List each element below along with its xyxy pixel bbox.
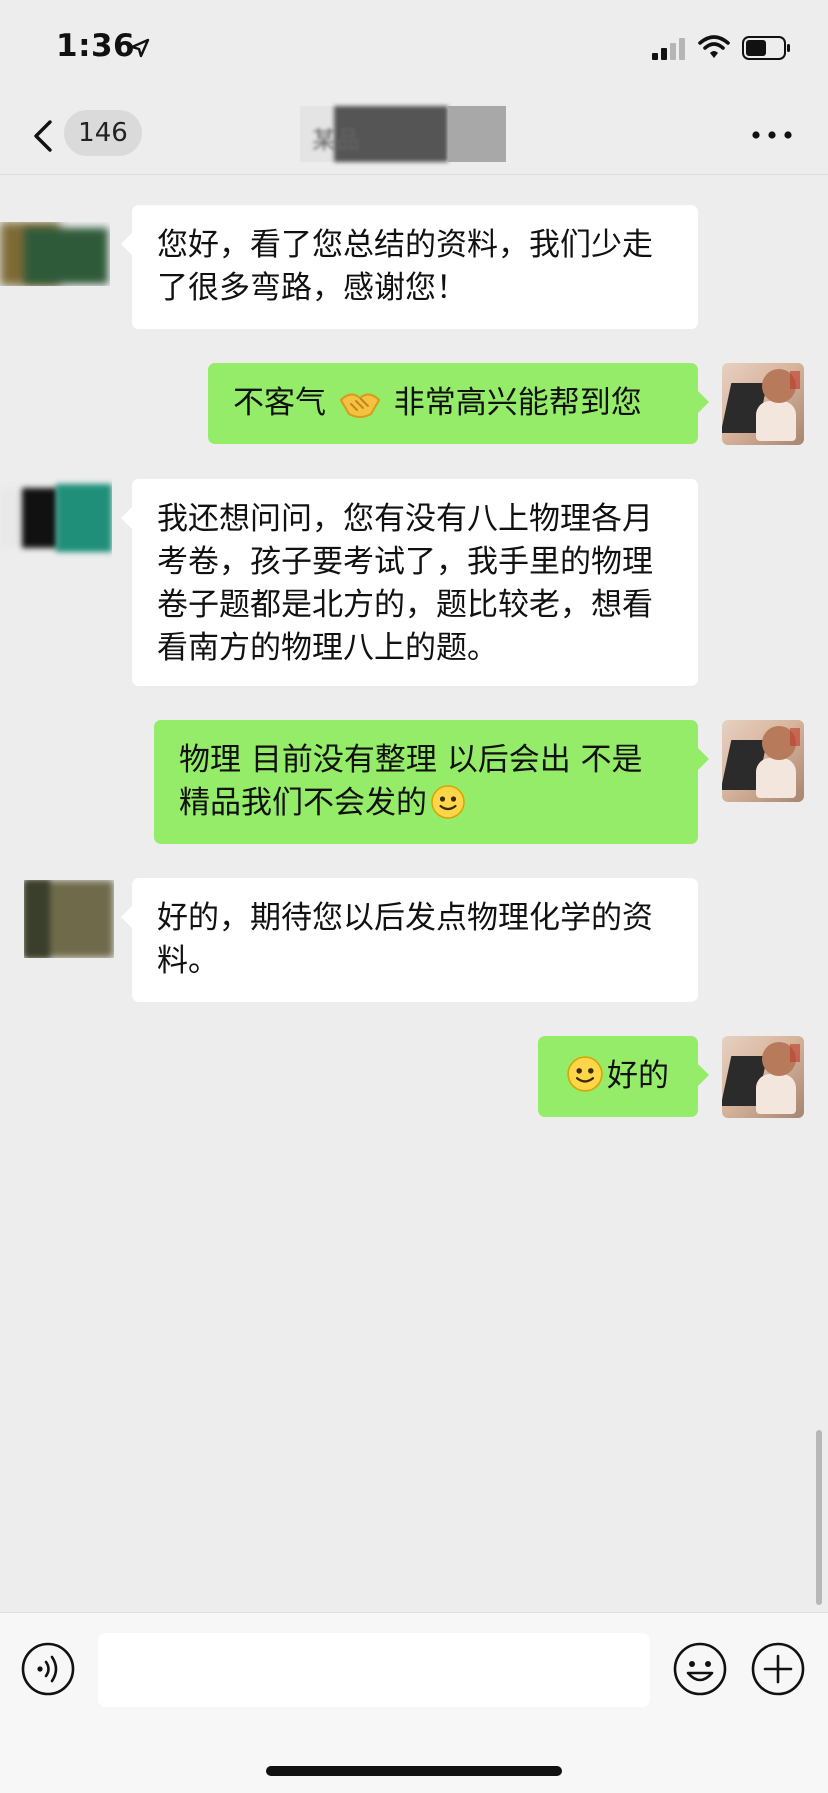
- message-bubble-outgoing[interactable]: 不客气 非常高兴能帮到您: [208, 363, 709, 444]
- message-text: 好的: [607, 1058, 669, 1094]
- emoji-icon[interactable]: [672, 1641, 728, 1697]
- avatar[interactable]: [0, 478, 112, 560]
- chat-header: 146 某品: [0, 100, 828, 175]
- scrollbar[interactable]: [816, 1430, 822, 1605]
- my-avatar[interactable]: [722, 1036, 804, 1118]
- avatar[interactable]: [0, 222, 110, 286]
- location-arrow-icon: [130, 38, 150, 58]
- status-time: 1:36: [56, 28, 136, 64]
- signal-icon: [652, 38, 685, 60]
- chat-title: 某品: [312, 126, 360, 154]
- status-bar: 1:36: [0, 0, 828, 100]
- handshake-emoji: [339, 393, 381, 418]
- message-text: 非常高兴能帮到您: [393, 385, 642, 421]
- message-bubble-incoming[interactable]: 您好，看了您总结的资料，我们少走了很多弯路，感谢您！: [121, 205, 698, 329]
- smile-emoji: [431, 785, 465, 819]
- message-text: 好的，期待您以后发点物理化学的资料。: [157, 900, 653, 979]
- message-input[interactable]: [98, 1633, 650, 1707]
- message-bubble-incoming[interactable]: 我还想问问，您有没有八上物理各月考卷，孩子要考试了，我手里的物理卷子题都是北方的…: [121, 479, 698, 686]
- home-indicator[interactable]: [266, 1766, 562, 1776]
- message-bubble-incoming[interactable]: 好的，期待您以后发点物理化学的资料。: [121, 878, 698, 1002]
- unread-count-badge[interactable]: 146: [64, 110, 142, 156]
- my-avatar[interactable]: [722, 720, 804, 802]
- ellipsis-icon[interactable]: [750, 124, 794, 146]
- message-bubble-outgoing[interactable]: 好的: [538, 1036, 709, 1117]
- smile-emoji: [567, 1056, 603, 1092]
- message-text: 我还想问问，您有没有八上物理各月考卷，孩子要考试了，我手里的物理卷子题都是北方的…: [157, 501, 653, 666]
- avatar[interactable]: [24, 880, 114, 958]
- message-text: 您好，看了您总结的资料，我们少走了很多弯路，感谢您！: [157, 227, 653, 306]
- message-text: 物理 目前没有整理 以后会出 不是精品我们不会发的: [179, 742, 643, 821]
- my-avatar[interactable]: [722, 363, 804, 445]
- message-text: 不客气: [233, 385, 326, 421]
- message-bubble-outgoing[interactable]: 物理 目前没有整理 以后会出 不是精品我们不会发的: [154, 720, 709, 844]
- battery-icon: [742, 36, 790, 60]
- plus-icon[interactable]: [750, 1641, 806, 1697]
- voice-icon[interactable]: [20, 1641, 76, 1697]
- wifi-icon: [698, 35, 730, 58]
- chevron-left-icon[interactable]: [30, 114, 60, 158]
